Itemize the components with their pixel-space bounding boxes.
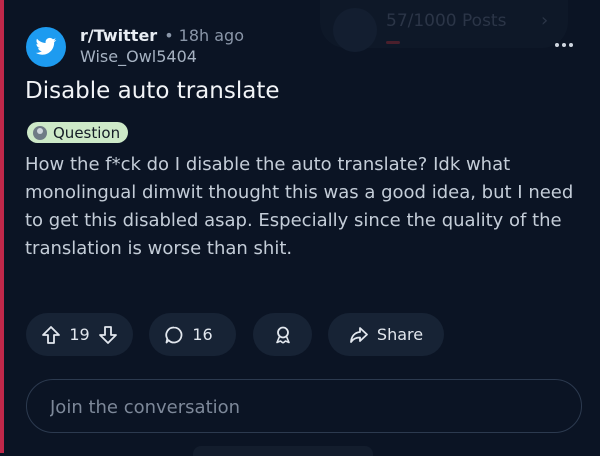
vote-control: 19: [26, 313, 133, 356]
meta-separator: •: [164, 25, 174, 45]
subreddit-avatar[interactable]: [26, 27, 66, 67]
post-meta: r/Twitter • 18h ago: [80, 24, 244, 46]
post-title: Disable auto translate: [25, 78, 280, 104]
subreddit-name[interactable]: r/Twitter: [80, 26, 157, 45]
accent-bar: [0, 0, 4, 453]
downvote-icon[interactable]: [98, 325, 118, 345]
user-icon: [33, 125, 47, 140]
flair-label: Question: [53, 123, 121, 142]
comment-icon: [165, 326, 183, 343]
twitter-bird-icon: [35, 37, 57, 55]
post-time: 18h ago: [178, 25, 244, 45]
more-icon[interactable]: [553, 37, 575, 53]
posts-progress-text: 57/1000 Posts: [386, 11, 507, 31]
share-button[interactable]: Share: [328, 313, 444, 356]
upvote-count: 19: [69, 325, 90, 344]
comments-button[interactable]: 16: [149, 313, 236, 356]
upvote-icon[interactable]: [41, 325, 61, 345]
award-icon: [275, 326, 290, 344]
comment-input[interactable]: [48, 391, 552, 423]
flair-badge[interactable]: Question: [27, 122, 129, 143]
overlay-avatar: [333, 8, 377, 52]
comment-count: 16: [192, 325, 213, 344]
bottom-sheet-edge: [193, 446, 373, 456]
post-author[interactable]: Wise_Owl5404: [80, 47, 197, 66]
post-body: How the f*ck do I disable the auto trans…: [25, 154, 574, 259]
overlay-indicator: [386, 41, 400, 44]
comment-composer[interactable]: [26, 379, 582, 433]
share-label: Share: [376, 325, 424, 344]
award-button[interactable]: [253, 313, 312, 356]
chevron-right-icon: ›: [541, 10, 549, 31]
share-icon: [350, 326, 368, 343]
